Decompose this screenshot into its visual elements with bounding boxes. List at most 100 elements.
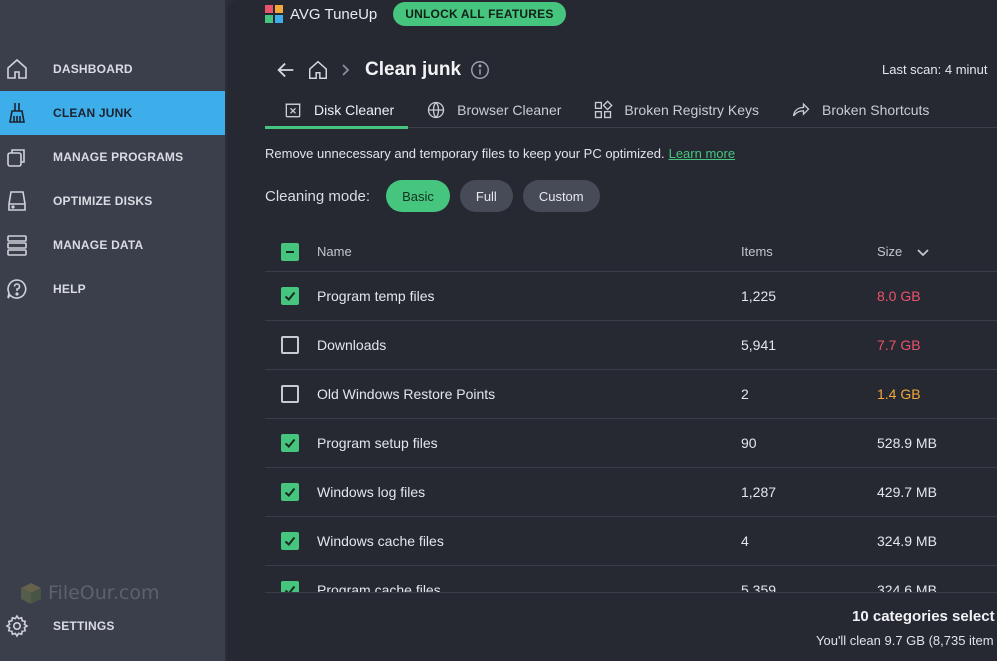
mode-custom-button[interactable]: Custom: [522, 180, 600, 212]
sidebar-item-settings[interactable]: SETTINGS: [0, 604, 225, 648]
sidebar-item-dashboard[interactable]: DASHBOARD: [0, 47, 225, 91]
tab-broken-registry-keys[interactable]: Broken Registry Keys: [575, 92, 773, 128]
info-icon[interactable]: [469, 59, 491, 81]
sidebar-item-help[interactable]: HELP: [0, 267, 225, 311]
row-name: Windows log files: [317, 484, 426, 500]
sidebar-item-label: DASHBOARD: [53, 62, 133, 76]
table-row[interactable]: Downloads 5,941 7.7 GB: [265, 321, 997, 370]
sidebar: DASHBOARD CLEAN JUNK MANAGE PROGRAMS OPT…: [0, 0, 225, 661]
sidebar-item-manage-data[interactable]: MANAGE DATA: [0, 223, 225, 267]
column-header-size[interactable]: Size: [877, 244, 902, 259]
select-all-checkbox[interactable]: [281, 242, 299, 261]
chevron-right-icon: [342, 64, 350, 76]
row-checkbox[interactable]: [281, 581, 299, 592]
avg-logo-icon: [265, 5, 283, 23]
page-title: Clean junk: [365, 59, 462, 80]
row-checkbox[interactable]: [281, 483, 299, 501]
gear-icon: [5, 614, 29, 638]
row-checkbox[interactable]: [281, 434, 299, 452]
chevron-down-icon[interactable]: [915, 244, 931, 260]
table-row[interactable]: Windows cache files 4 324.9 MB: [265, 517, 997, 566]
table-row[interactable]: Program cache files 5,359 324.6 MB: [265, 566, 997, 592]
table-row[interactable]: Program temp files 1,225 8.0 GB: [265, 272, 997, 321]
last-scan-text: Last scan: 4 minut: [882, 62, 988, 77]
help-icon: [7, 279, 27, 299]
tab-label: Disk Cleaner: [314, 102, 395, 118]
watermark: FileOur.com: [18, 580, 159, 606]
watermark-logo-icon: [21, 583, 41, 604]
summary-selected: 10 categories select: [852, 608, 995, 625]
home-icon[interactable]: [307, 59, 329, 81]
sidebar-item-label: MANAGE PROGRAMS: [53, 150, 184, 164]
mode-basic-button[interactable]: Basic: [386, 180, 450, 212]
row-size: 1.4 GB: [877, 386, 921, 402]
page-header: Clean junk: [275, 56, 491, 84]
minus-icon: [286, 250, 294, 253]
tab-disk-cleaner[interactable]: Disk Cleaner: [265, 92, 409, 129]
tab-browser-cleaner[interactable]: Browser Cleaner: [408, 92, 575, 128]
sidebar-item-manage-programs[interactable]: MANAGE PROGRAMS: [0, 135, 225, 179]
summary-clean: You'll clean 9.7 GB (8,735 item: [816, 633, 994, 648]
row-name: Downloads: [317, 337, 387, 353]
tab-label: Broken Registry Keys: [624, 102, 760, 118]
checkmark-icon: [284, 438, 296, 448]
watermark-text: FileOur.com: [48, 582, 160, 604]
sidebar-item-label: OPTIMIZE DISKS: [53, 194, 153, 208]
row-size: 429.7 MB: [877, 484, 937, 500]
sidebar-nav: DASHBOARD CLEAN JUNK MANAGE PROGRAMS OPT…: [0, 47, 225, 311]
row-checkbox[interactable]: [281, 287, 299, 305]
row-size: 324.6 MB: [877, 582, 937, 592]
learn-more-link[interactable]: Learn more: [669, 146, 735, 161]
mode-full-button[interactable]: Full: [459, 180, 513, 212]
sidebar-item-clean-junk[interactable]: CLEAN JUNK: [0, 91, 225, 135]
description-text: Remove unnecessary and temporary files t…: [265, 146, 665, 161]
tab-label: Broken Shortcuts: [822, 102, 930, 118]
row-items: 2: [741, 386, 749, 402]
tab-broken-shortcuts[interactable]: Broken Shortcuts: [773, 92, 943, 128]
row-items: 90: [741, 435, 757, 451]
table-row[interactable]: Windows log files 1,287 429.7 MB: [265, 468, 997, 517]
row-name: Program temp files: [317, 288, 435, 304]
row-checkbox[interactable]: [281, 385, 299, 403]
footer-divider: [265, 592, 997, 593]
row-items: 4: [741, 533, 749, 549]
row-name: Old Windows Restore Points: [317, 386, 496, 402]
row-name: Program setup files: [317, 435, 438, 451]
grid-icon: [595, 100, 614, 119]
sidebar-item-optimize-disks[interactable]: OPTIMIZE DISKS: [0, 179, 225, 223]
home-icon: [7, 58, 27, 79]
row-items: 1,287: [741, 484, 777, 500]
app-title: AVG TuneUp: [290, 5, 378, 23]
unlock-all-features-button[interactable]: UNLOCK ALL FEATURES: [393, 2, 566, 26]
table-row[interactable]: Program setup files 90 528.9 MB: [265, 419, 997, 468]
stack-icon: [7, 149, 25, 167]
globe-icon: [427, 101, 445, 119]
row-size: 7.7 GB: [877, 337, 921, 353]
row-items: 5,941: [741, 337, 777, 353]
checkmark-icon: [284, 487, 296, 497]
row-size: 528.9 MB: [877, 435, 937, 451]
back-arrow-icon[interactable]: [275, 59, 297, 81]
row-size: 324.9 MB: [877, 533, 937, 549]
top-bar: AVG TuneUp UNLOCK ALL FEATURES: [265, 2, 566, 26]
column-header-name[interactable]: Name: [317, 244, 352, 259]
row-items: 5,359: [741, 582, 777, 592]
broom-icon: [9, 103, 25, 123]
column-header-items[interactable]: Items: [741, 244, 773, 259]
cleaning-mode: Cleaning mode: Basic Full Custom: [265, 180, 610, 212]
row-name: Windows cache files: [317, 533, 444, 549]
tab-label: Browser Cleaner: [457, 102, 562, 118]
sidebar-item-label: MANAGE DATA: [53, 238, 144, 252]
checkmark-icon: [284, 536, 296, 546]
checkmark-icon: [284, 291, 296, 301]
junk-table: Name Items Size Program temp files 1,225 8…: [265, 232, 997, 592]
table-row[interactable]: Old Windows Restore Points 2 1.4 GB: [265, 370, 997, 419]
cleaning-mode-label: Cleaning mode:: [265, 187, 371, 205]
table-header: Name Items Size: [265, 232, 997, 272]
sidebar-item-label: CLEAN JUNK: [53, 106, 133, 120]
disk-icon: [8, 191, 26, 211]
row-checkbox[interactable]: [281, 336, 299, 354]
row-size: 8.0 GB: [877, 288, 921, 304]
row-checkbox[interactable]: [281, 532, 299, 550]
trash-box-icon: [285, 103, 301, 118]
